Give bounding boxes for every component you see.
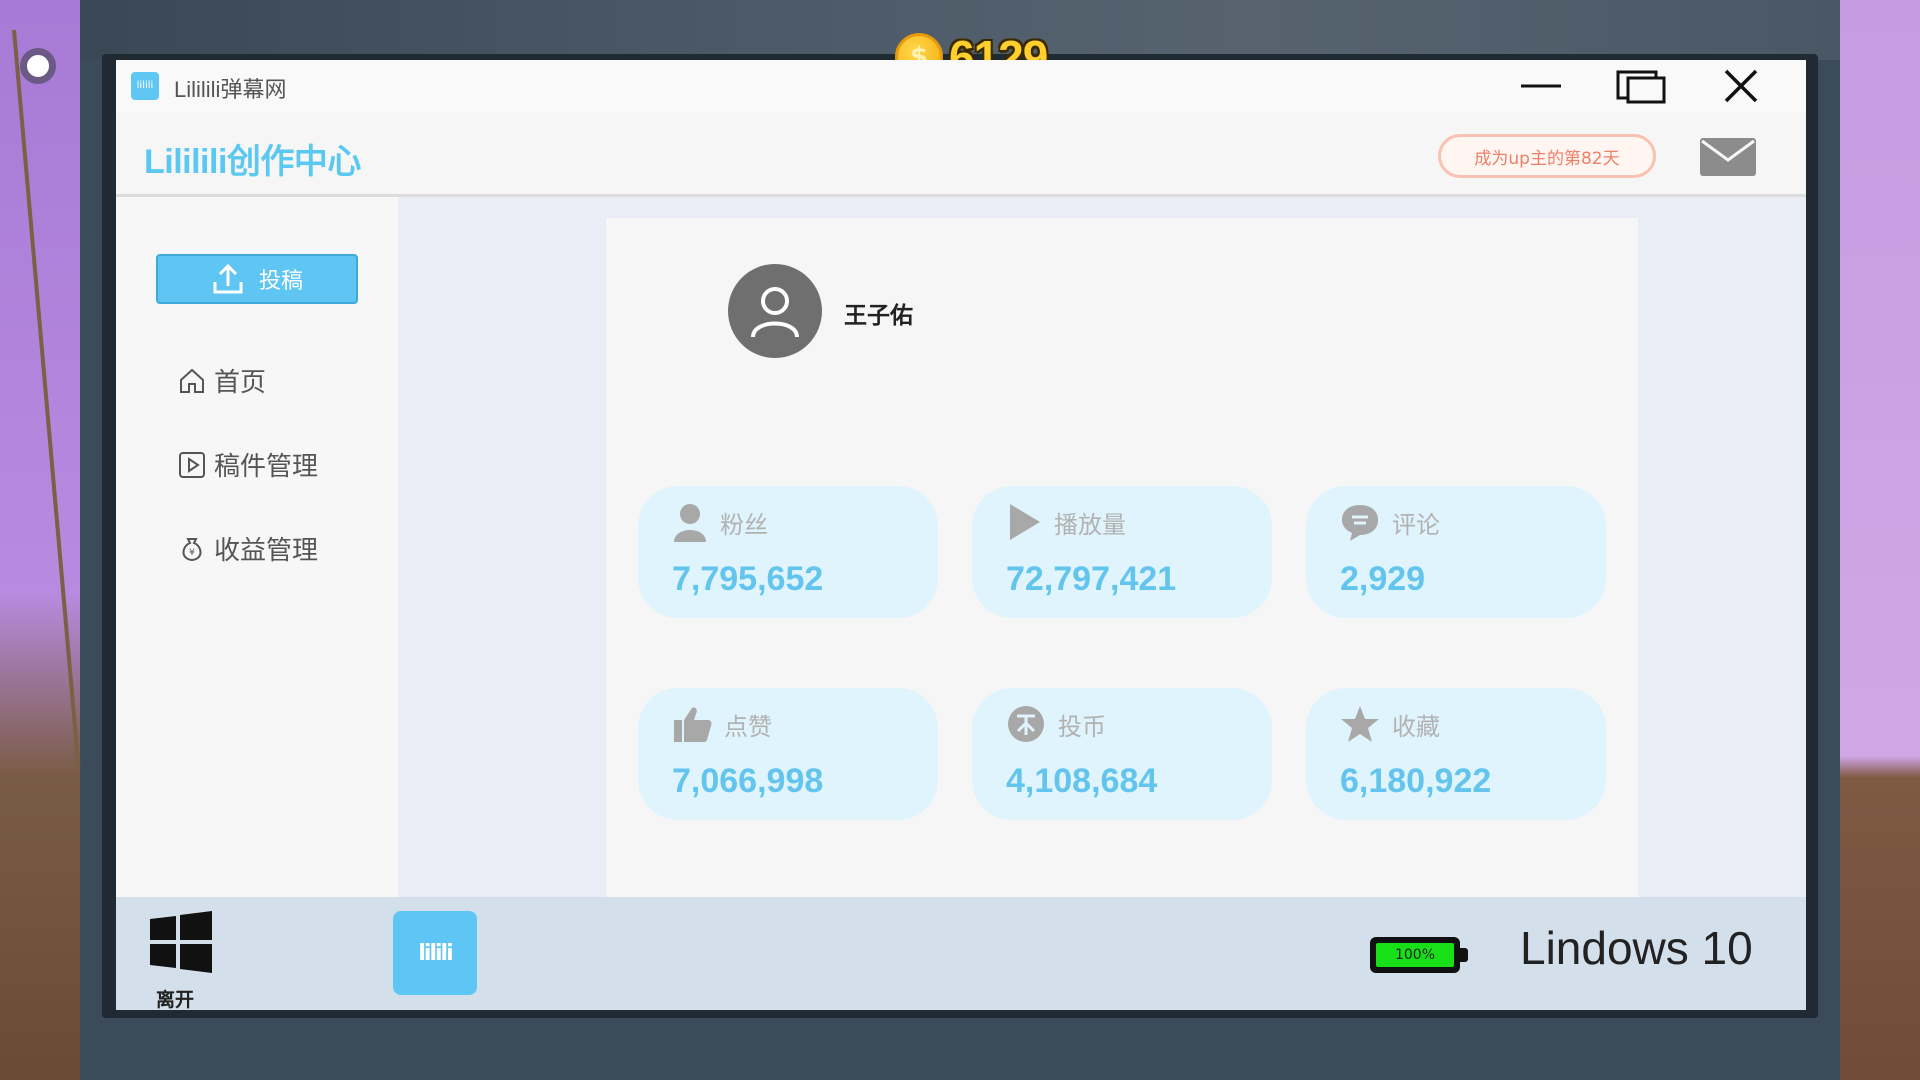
upload-label: 投稿 — [258, 269, 303, 294]
upload-icon — [213, 263, 243, 294]
upload-button[interactable]: 投稿 — [156, 254, 358, 304]
stat-label: 收藏 — [1392, 712, 1440, 741]
window-titlebar: lilili Lililili弹幕网 — [116, 60, 1806, 112]
stat-label: 投币 — [1058, 712, 1106, 741]
video-icon — [179, 451, 205, 478]
stat-card-plays: 播放量 72,797,421 — [972, 486, 1272, 618]
stat-card-coins: 投币 4,108,684 — [972, 688, 1272, 820]
user-icon — [674, 504, 706, 542]
mail-icon[interactable] — [1700, 138, 1756, 176]
comment-icon — [1342, 505, 1378, 541]
app-window: lilili Lililili弹幕网 Lililili创作中心 成为up主的第8… — [116, 60, 1806, 1010]
stat-value: 7,066,998 — [672, 762, 824, 800]
brand-title: Lililili创作中心 — [144, 143, 361, 181]
minimize-icon — [1521, 84, 1561, 88]
os-name: Lindows 10 — [1520, 922, 1753, 974]
up-days-badge: 成为up主的第82天 — [1438, 134, 1656, 178]
stat-card-likes: 点赞 7,066,998 — [638, 688, 938, 820]
taskbar-app-lilili[interactable]: lilili — [393, 911, 477, 995]
battery-tip — [1460, 948, 1468, 962]
lilili-app-icon: lilili — [418, 940, 453, 966]
stat-label: 播放量 — [1054, 510, 1126, 539]
start-label: 离开 — [156, 989, 195, 1010]
stat-label: 粉丝 — [720, 510, 768, 539]
restore-icon — [1616, 70, 1666, 104]
stat-label: 评论 — [1392, 510, 1440, 539]
room-wall-left — [0, 0, 80, 1080]
stat-value: 72,797,421 — [1006, 560, 1177, 598]
close-icon — [1724, 69, 1758, 103]
stat-value: 4,108,684 — [1006, 762, 1158, 800]
stat-card-fans: 粉丝 7,795,652 — [638, 486, 938, 618]
coin-icon — [1008, 706, 1044, 742]
stat-value: 7,795,652 — [672, 560, 824, 598]
play-icon — [1010, 504, 1040, 540]
app-logo-icon: lilili — [131, 72, 159, 100]
taskbar: 离开 lilili 100% Lindows 10 — [116, 897, 1806, 1010]
sidebar-item-home[interactable]: 首页 — [178, 362, 266, 399]
user-avatar-icon — [751, 287, 799, 338]
stat-card-comments: 评论 2,929 — [1306, 486, 1606, 618]
restore-button[interactable] — [1606, 64, 1676, 108]
room-wall-right — [1840, 0, 1920, 1080]
avatar[interactable] — [728, 264, 822, 358]
stat-value: 2,929 — [1340, 560, 1426, 598]
thumbs-up-icon — [674, 707, 712, 742]
stat-value: 6,180,922 — [1340, 762, 1492, 800]
sidebar-item-label: 稿件管理 — [214, 452, 319, 482]
windows-logo-icon — [150, 911, 212, 973]
money-bag-icon: ¥ — [182, 537, 202, 561]
battery-icon: 100% — [1370, 937, 1460, 973]
battery-indicator: 100% — [1370, 937, 1468, 973]
username: 王子佑 — [844, 303, 913, 329]
sidebar-item-label: 收益管理 — [214, 536, 319, 566]
home-icon — [180, 368, 204, 393]
window-title: Lililili弹幕网 — [174, 77, 287, 102]
close-button[interactable] — [1706, 64, 1776, 108]
sidebar-item-posts[interactable]: 稿件管理 — [178, 446, 318, 483]
svg-text:¥: ¥ — [189, 548, 195, 558]
minimize-button[interactable] — [1506, 64, 1576, 108]
star-icon — [1341, 706, 1379, 742]
rope-ring — [20, 48, 56, 84]
stat-label: 点赞 — [724, 712, 772, 741]
sidebar-item-label: 首页 — [214, 368, 267, 398]
sidebar-item-income[interactable]: ¥ 收益管理 — [178, 530, 318, 567]
stat-card-favorites: 收藏 6,180,922 — [1306, 688, 1606, 820]
battery-level: 100% — [1376, 943, 1454, 967]
